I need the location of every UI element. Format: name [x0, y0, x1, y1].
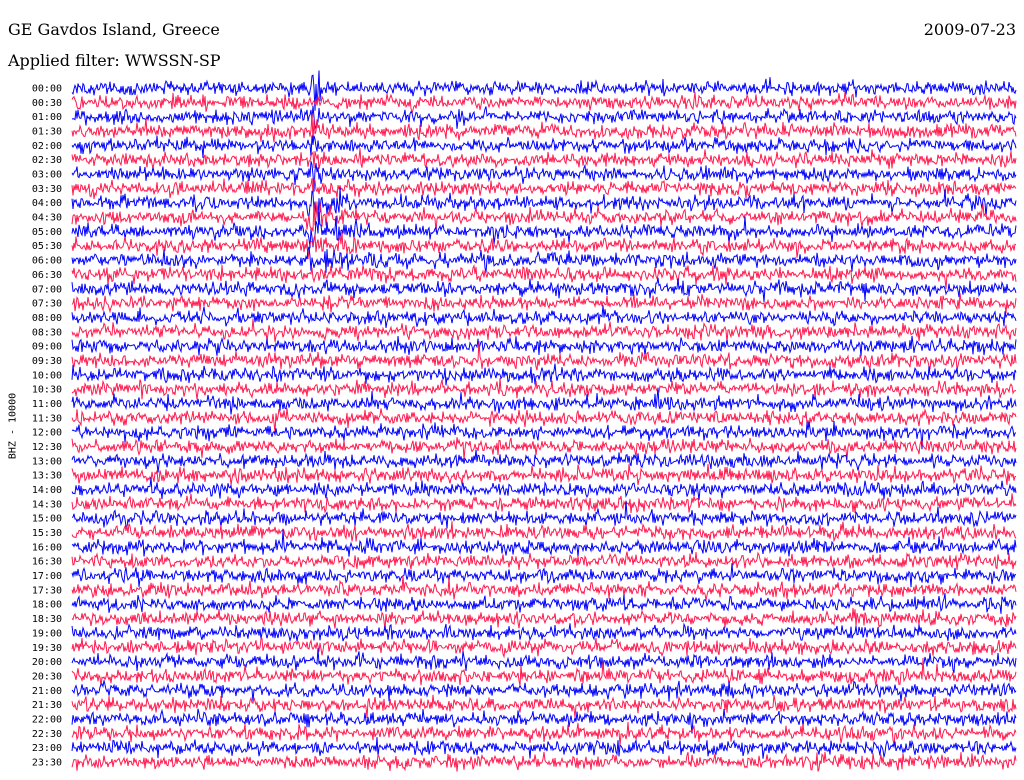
trace-line: [71, 657, 1017, 687]
time-tick-label: 21:30: [32, 700, 62, 711]
time-tick-label: 23:00: [32, 743, 62, 754]
trace-line: [71, 292, 1017, 314]
time-tick-label: 01:30: [32, 127, 62, 138]
trace-line: [71, 551, 1017, 571]
time-tick-label: 17:00: [32, 571, 62, 582]
time-tick-label: 20:00: [32, 657, 62, 668]
time-tick-label: 09:00: [32, 342, 62, 353]
time-tick-label: 04:00: [32, 198, 62, 209]
time-tick-label: 18:00: [32, 600, 62, 611]
time-tick-label: 06:00: [32, 256, 62, 267]
time-tick-label: 03:30: [32, 184, 62, 195]
trace-line: [71, 178, 1017, 199]
trace-line: [71, 305, 1017, 328]
trace-line: [71, 363, 1017, 386]
time-tick-label: 11:00: [32, 399, 62, 410]
time-tick-label: 06:30: [32, 270, 62, 281]
trace-line: [71, 408, 1017, 433]
time-tick-label: 03:00: [32, 170, 62, 181]
trace-line: [71, 246, 1017, 273]
trace-line: [71, 593, 1017, 614]
time-tick-label: 12:00: [32, 428, 62, 439]
time-tick-label: 15:00: [32, 514, 62, 525]
time-tick-label: 18:30: [32, 614, 62, 625]
trace-line: [71, 335, 1017, 357]
trace-line: [71, 622, 1017, 643]
trace-line: [71, 708, 1017, 734]
trace-line: [71, 521, 1017, 543]
time-tick-label: 00:00: [32, 84, 62, 95]
time-tick-label: 17:30: [32, 585, 62, 596]
time-tick-label: 14:00: [32, 485, 62, 496]
trace-line: [71, 563, 1017, 588]
time-tick-label: 00:30: [32, 98, 62, 109]
time-tick-label: 09:30: [32, 356, 62, 367]
trace-line: [71, 680, 1017, 702]
trace-line: [71, 463, 1017, 486]
time-tick-label: 15:30: [32, 528, 62, 539]
time-tick-label: 19:30: [32, 643, 62, 654]
time-tick-label: 02:30: [32, 155, 62, 166]
time-tick-label: 11:30: [32, 413, 62, 424]
trace-line: [71, 449, 1017, 473]
trace-line: [71, 648, 1017, 673]
time-tick-label: 10:00: [32, 370, 62, 381]
time-tick-label: 20:30: [32, 671, 62, 682]
time-tick-label: 12:30: [32, 442, 62, 453]
trace-line: [71, 378, 1017, 400]
time-tick-label: 22:00: [32, 714, 62, 725]
trace-line: [71, 148, 1017, 170]
helicorder-plot: 00:00 00:30 01:00 01:30 02:00 02:30 03:00 03:30…: [32, 70, 1017, 772]
time-tick-label: 05:30: [32, 241, 62, 252]
time-tick-label: 21:00: [32, 686, 62, 697]
time-tick-label: 16:30: [32, 557, 62, 568]
trace-line: [71, 201, 1017, 233]
time-tick-label: 02:00: [32, 141, 62, 152]
trace-line: [71, 607, 1017, 631]
trace-line: [71, 105, 1017, 130]
time-tick-label: 04:30: [32, 213, 62, 224]
time-tick-label: 07:30: [32, 299, 62, 310]
trace-line: [71, 751, 1017, 772]
time-tick-label: 13:00: [32, 456, 62, 467]
time-tick-label: 16:00: [32, 542, 62, 553]
time-tick-label: 10:30: [32, 385, 62, 396]
time-tick-label: 14:30: [32, 499, 62, 510]
time-tick-label: 19:00: [32, 628, 62, 639]
trace-line: [71, 637, 1017, 659]
trace-line: [71, 493, 1017, 514]
time-tick-label: 05:00: [32, 227, 62, 238]
time-tick-label: 23:30: [32, 757, 62, 768]
time-tick-label: 13:30: [32, 471, 62, 482]
time-tick-label: 01:00: [32, 112, 62, 123]
time-tick-label: 22:30: [32, 729, 62, 740]
time-tick-label: 07:00: [32, 284, 62, 295]
trace-line: [71, 477, 1017, 501]
trace-line: [71, 232, 1017, 259]
trace-line: [71, 575, 1017, 601]
time-tick-label: 08:30: [32, 327, 62, 338]
time-tick-label: 08:00: [32, 313, 62, 324]
